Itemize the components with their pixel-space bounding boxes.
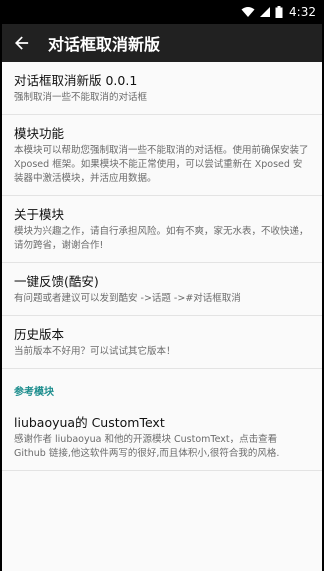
status-time: 4:32 [289, 5, 316, 19]
category-header: 参考模块 [14, 387, 54, 398]
pref-summary: 有问题或者建议可以发到酷安 ->话题 ->#对话框取消 [14, 293, 241, 304]
wifi-icon [241, 7, 255, 17]
pref-title: 对话框取消新版 0.0.1 [14, 73, 138, 88]
pref-summary: 感谢作者 liubaoyua 和他的开源模块 CustomText，点击查看 G… [14, 434, 280, 459]
pref-item-history[interactable]: 历史版本 当前版本不好用？可以试试其它版本！ [2, 316, 322, 369]
pref-title: 关于模块 [14, 207, 65, 222]
pref-summary: 当前版本不好用？可以试试其它版本！ [14, 346, 176, 357]
pref-title: 历史版本 [14, 327, 65, 342]
pref-summary: 本模块可以帮助您强制取消一些不能取消的对话框。使用前确保安装了 Xposed 框… [14, 145, 309, 184]
pref-item-features[interactable]: 模块功能 本模块可以帮助您强制取消一些不能取消的对话框。使用前确保安装了 Xpo… [2, 115, 322, 196]
preference-list: 对话框取消新版 0.0.1 强制取消一些不能取消的对话框 模块功能 本模块可以帮… [2, 62, 322, 471]
pref-summary: 强制取消一些不能取消的对话框 [14, 92, 148, 103]
status-bar: 4:32 [2, 0, 322, 24]
signal-icon [260, 7, 271, 17]
toolbar: 对话框取消新版 [2, 24, 322, 62]
pref-item-customtext[interactable]: liubaoyua的 CustomText 感谢作者 liubaoyua 和他的… [2, 404, 322, 471]
pref-title: liubaoyua的 CustomText [14, 415, 165, 430]
pref-title: 一键反馈(酷安) [14, 274, 99, 289]
app-screen: 4:32 对话框取消新版 对话框取消新版 0.0.1 强制取消一些不能取消的对话… [2, 0, 322, 571]
pref-item-version[interactable]: 对话框取消新版 0.0.1 强制取消一些不能取消的对话框 [2, 62, 322, 115]
battery-icon [275, 6, 283, 18]
pref-summary: 模块为兴趣之作，请自行承担风险。如有不爽，家无水表，不收快递，请勿跨省，谢谢合作… [14, 226, 309, 251]
pref-title: 模块功能 [14, 126, 65, 141]
pref-item-about[interactable]: 关于模块 模块为兴趣之作，请自行承担风险。如有不爽，家无水表，不收快递，请勿跨省… [2, 196, 322, 263]
back-button[interactable] [2, 24, 42, 62]
page-title: 对话框取消新版 [48, 35, 161, 54]
arrow-back-icon [15, 36, 29, 50]
pref-item-feedback[interactable]: 一键反馈(酷安) 有问题或者建议可以发到酷安 ->话题 ->#对话框取消 [2, 263, 322, 316]
